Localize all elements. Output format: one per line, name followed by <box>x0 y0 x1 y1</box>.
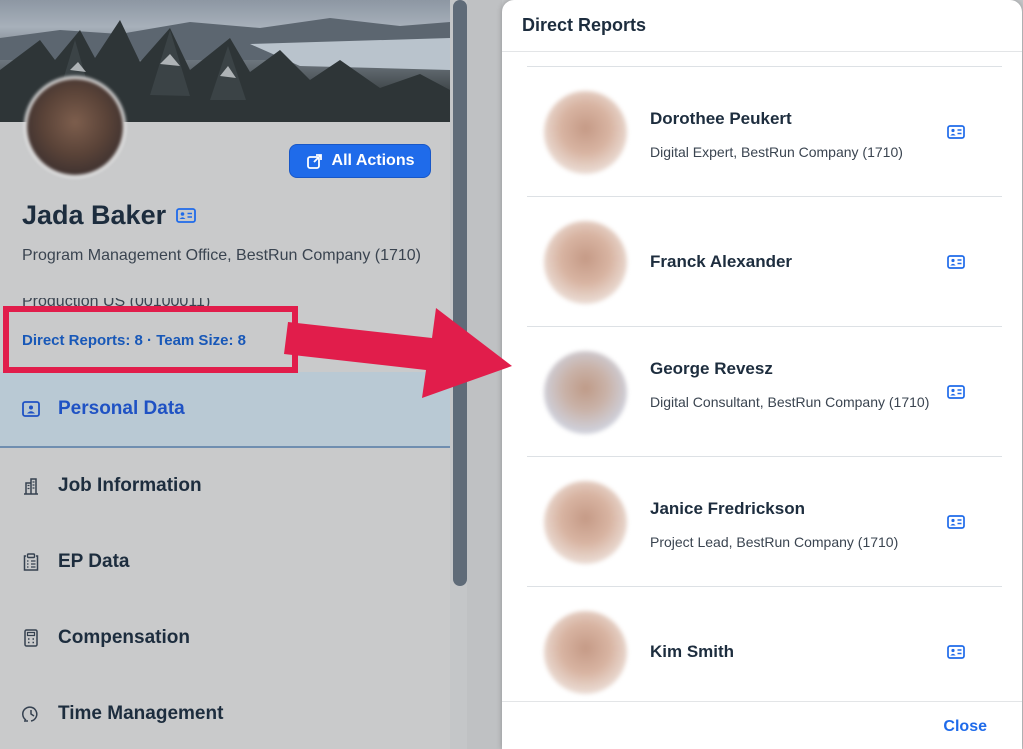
profile-name: Jada Baker <box>22 200 167 230</box>
report-name: Dorothee Peukert <box>650 109 792 128</box>
avatar <box>544 481 627 564</box>
list-item[interactable]: Dorothee Peukert Digital Expert, BestRun… <box>527 67 1002 197</box>
list-item[interactable]: Franck Alexander <box>527 197 1002 327</box>
building-icon <box>22 477 40 495</box>
nav-item-label: EP Data <box>58 551 130 572</box>
contact-card-icon[interactable] <box>176 208 197 223</box>
report-title: Digital Consultant, BestRun Company (171… <box>650 394 930 410</box>
report-title: Project Lead, BestRun Company (1710) <box>650 534 899 550</box>
contact-card-icon[interactable] <box>947 125 965 139</box>
report-title: Digital Expert, BestRun Company (1710) <box>650 144 903 160</box>
profile-name-row: Jada Baker <box>22 200 197 231</box>
contact-card-icon[interactable] <box>947 385 965 399</box>
contact-card-icon[interactable] <box>947 645 965 659</box>
nav-item-compensation[interactable]: Compensation <box>0 600 450 676</box>
clock-icon <box>22 705 40 723</box>
list-item[interactable]: Kim Smith <box>527 587 1002 717</box>
report-name: Kim Smith <box>650 642 735 661</box>
dialog-title: Direct Reports <box>502 0 1022 52</box>
nav-item-time-management[interactable]: Time Management <box>0 676 450 749</box>
calculator-icon <box>22 629 40 647</box>
contact-card-icon <box>22 400 40 418</box>
clipboard-list-icon <box>22 553 40 571</box>
nav-item-ep-data[interactable]: EP Data <box>0 524 450 600</box>
contact-card-icon[interactable] <box>947 515 965 529</box>
nav-item-label: Time Management <box>58 703 224 724</box>
report-name: George Revesz <box>650 359 773 378</box>
arrow-annotation-icon <box>284 308 512 398</box>
nav-item-label: Compensation <box>58 627 190 648</box>
profile-scrollbar[interactable] <box>453 0 467 586</box>
direct-reports-list: Dorothee Peukert Digital Expert, BestRun… <box>527 66 1002 717</box>
nav-item-label: Personal Data <box>58 398 185 419</box>
contact-card-icon[interactable] <box>947 255 965 269</box>
profile-subtitle: Program Management Office, BestRun Compa… <box>22 247 422 264</box>
profile-nav: Personal Data Job Information EP Data Co… <box>0 372 450 749</box>
nav-item-job-information[interactable]: Job Information <box>0 448 450 524</box>
report-name: Franck Alexander <box>650 252 793 271</box>
direct-reports-dialog: Direct Reports Dorothee Peukert Digital … <box>502 0 1022 749</box>
all-actions-label: All Actions <box>331 152 415 169</box>
close-button[interactable]: Close <box>943 718 987 736</box>
share-icon <box>306 154 322 169</box>
avatar <box>544 91 627 174</box>
nav-item-label: Job Information <box>58 475 202 496</box>
report-name: Janice Fredrickson <box>650 499 805 518</box>
avatar <box>544 221 627 304</box>
all-actions-button[interactable]: All Actions <box>289 144 431 178</box>
list-item[interactable]: Janice Fredrickson Project Lead, BestRun… <box>527 457 1002 587</box>
profile-avatar <box>24 76 126 178</box>
dialog-footer: Close <box>502 701 1022 749</box>
avatar <box>544 351 627 434</box>
highlight-annotation-box <box>3 306 298 373</box>
list-item[interactable]: George Revesz Digital Consultant, BestRu… <box>527 327 1002 457</box>
avatar <box>544 611 627 694</box>
